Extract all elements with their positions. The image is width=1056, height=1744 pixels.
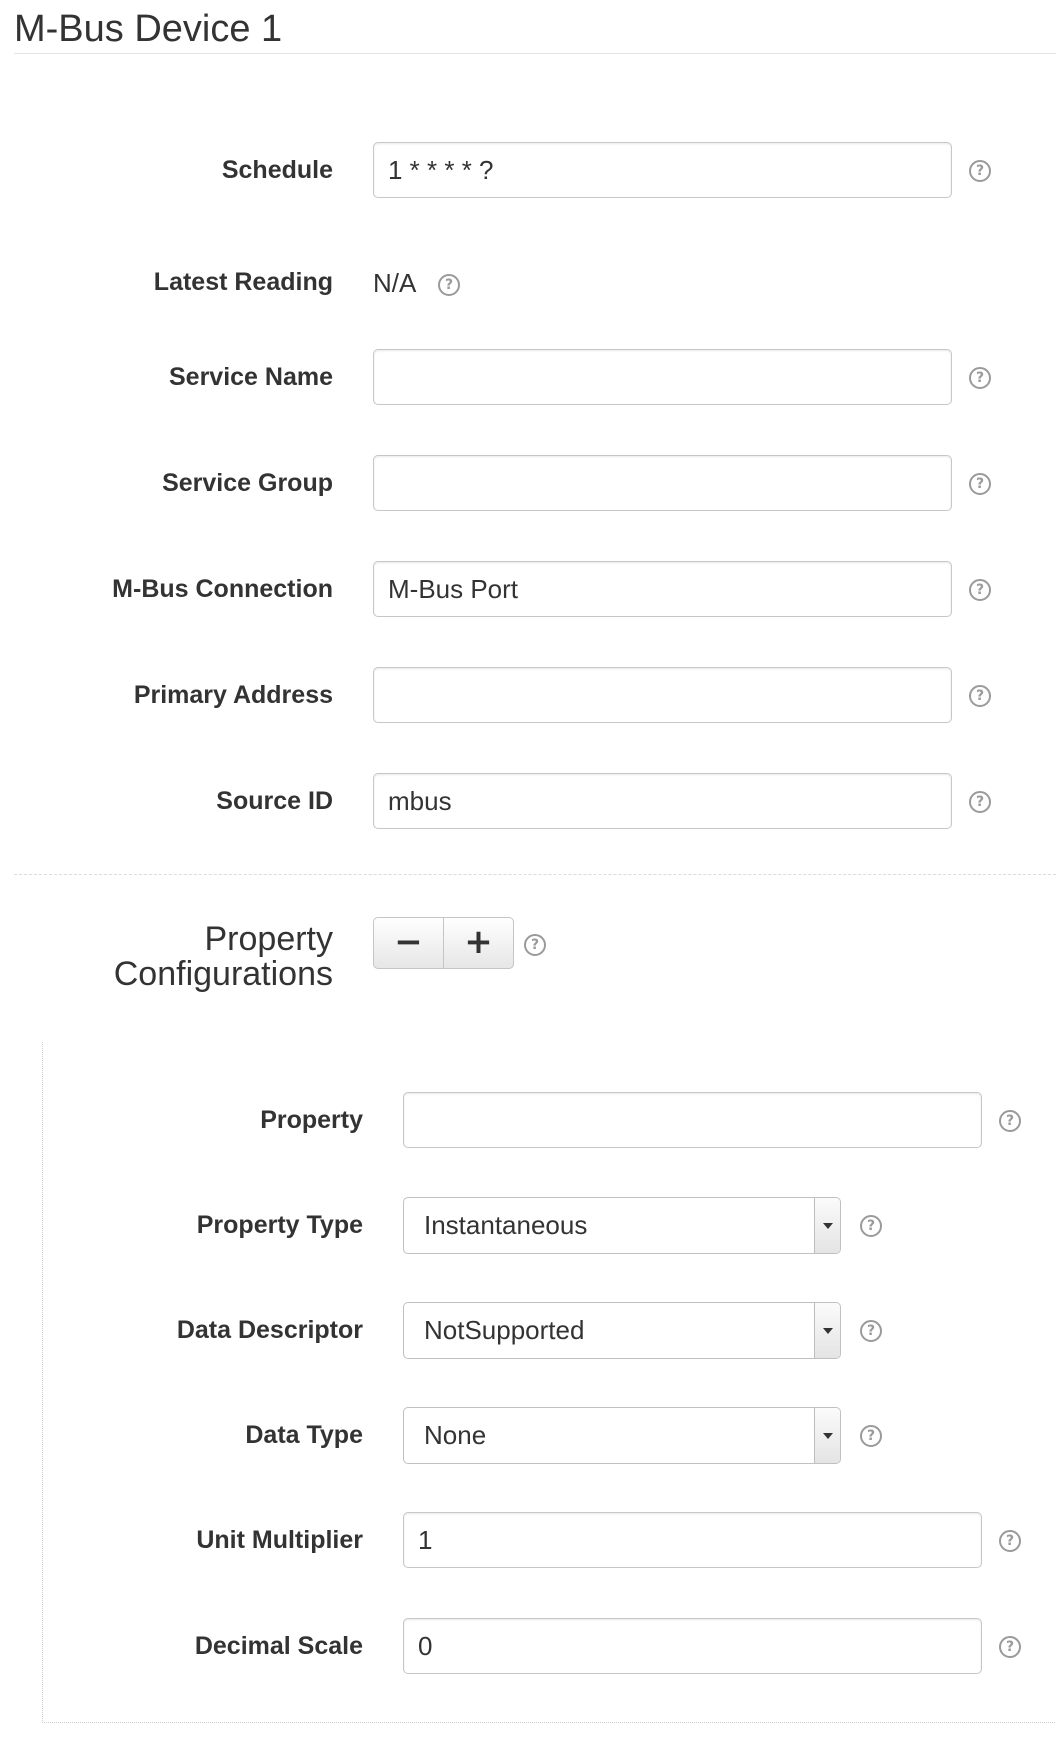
unit-multiplier-help-icon[interactable]: ? — [999, 1530, 1021, 1552]
service-group-help-icon[interactable]: ? — [969, 473, 991, 495]
latest-reading-label: Latest Reading — [153, 268, 333, 296]
property-input[interactable] — [403, 1092, 982, 1148]
data-descriptor-select[interactable]: NotSupported — [403, 1302, 841, 1359]
data-descriptor-help-icon[interactable]: ? — [860, 1320, 882, 1342]
source-id-label: Source ID — [216, 787, 333, 815]
service-group-row: Service Group ? — [0, 455, 1056, 515]
add-property-button[interactable]: + — [443, 917, 514, 969]
chevron-down-icon[interactable] — [814, 1408, 840, 1463]
service-name-label: Service Name — [168, 363, 333, 391]
data-descriptor-selected: NotSupported — [424, 1315, 585, 1345]
schedule-row: Schedule 1 * * * * ? ? — [0, 142, 1056, 202]
latest-reading-row: Latest Reading N/A ? — [0, 254, 1056, 314]
latest-reading-value: N/A — [373, 268, 417, 298]
schedule-input[interactable]: 1 * * * * ? — [373, 142, 952, 198]
decimal-scale-label: Decimal Scale — [194, 1632, 363, 1660]
property-configurations-label-line1: Property — [204, 920, 334, 958]
data-descriptor-row: Data Descriptor NotSupported ? — [0, 1302, 1056, 1362]
data-type-select[interactable]: None — [403, 1407, 841, 1464]
property-label: Property — [260, 1106, 363, 1134]
page-title: M-Bus Device 1 — [14, 8, 283, 50]
data-type-selected: None — [424, 1420, 487, 1450]
property-type-label: Property Type — [196, 1211, 363, 1239]
chevron-down-icon[interactable] — [814, 1198, 840, 1253]
data-type-help-icon[interactable]: ? — [860, 1425, 882, 1447]
primary-address-row: Primary Address ? — [0, 667, 1056, 727]
mbus-connection-row: M-Bus Connection M-Bus Port ? — [0, 561, 1056, 621]
property-type-row: Property Type Instantaneous ? — [0, 1197, 1056, 1257]
title-divider — [14, 53, 1056, 54]
schedule-help-icon[interactable]: ? — [969, 160, 991, 182]
service-name-row: Service Name ? — [0, 349, 1056, 409]
service-name-input[interactable] — [373, 349, 952, 405]
mbus-connection-label: M-Bus Connection — [112, 575, 333, 603]
source-id-help-icon[interactable]: ? — [969, 791, 991, 813]
property-configurations-label: Property Configurations — [0, 922, 333, 992]
unit-multiplier-label: Unit Multiplier — [196, 1526, 363, 1554]
primary-address-input[interactable] — [373, 667, 952, 723]
service-name-help-icon[interactable]: ? — [969, 367, 991, 389]
property-help-icon[interactable]: ? — [999, 1110, 1021, 1132]
data-type-row: Data Type None ? — [0, 1407, 1056, 1467]
property-configurations-label-line2: Configurations — [113, 955, 333, 993]
unit-multiplier-row: Unit Multiplier 1 ? — [0, 1512, 1056, 1572]
property-configurations-button-group: − + — [373, 917, 515, 969]
schedule-label: Schedule — [221, 156, 333, 184]
section-divider — [14, 874, 1056, 875]
data-type-label: Data Type — [245, 1421, 363, 1449]
decimal-scale-help-icon[interactable]: ? — [999, 1636, 1021, 1658]
remove-property-button[interactable]: − — [373, 917, 444, 969]
data-descriptor-label: Data Descriptor — [176, 1316, 363, 1344]
mbus-connection-help-icon[interactable]: ? — [969, 579, 991, 601]
mbus-connection-input[interactable]: M-Bus Port — [373, 561, 952, 617]
latest-reading-help-icon[interactable]: ? — [438, 274, 460, 296]
decimal-scale-input[interactable]: 0 — [403, 1618, 982, 1674]
chevron-down-icon[interactable] — [814, 1303, 840, 1358]
property-type-help-icon[interactable]: ? — [860, 1215, 882, 1237]
service-group-input[interactable] — [373, 455, 952, 511]
decimal-scale-row: Decimal Scale 0 ? — [0, 1618, 1056, 1678]
service-group-label: Service Group — [162, 469, 333, 497]
property-configurations-help-icon[interactable]: ? — [524, 934, 546, 956]
source-id-input[interactable]: mbus — [373, 773, 952, 829]
property-type-select[interactable]: Instantaneous — [403, 1197, 841, 1254]
source-id-row: Source ID mbus ? — [0, 773, 1056, 833]
unit-multiplier-input[interactable]: 1 — [403, 1512, 982, 1568]
property-type-selected: Instantaneous — [424, 1210, 588, 1240]
primary-address-help-icon[interactable]: ? — [969, 685, 991, 707]
primary-address-label: Primary Address — [133, 681, 333, 709]
property-row: Property ? — [0, 1092, 1056, 1152]
